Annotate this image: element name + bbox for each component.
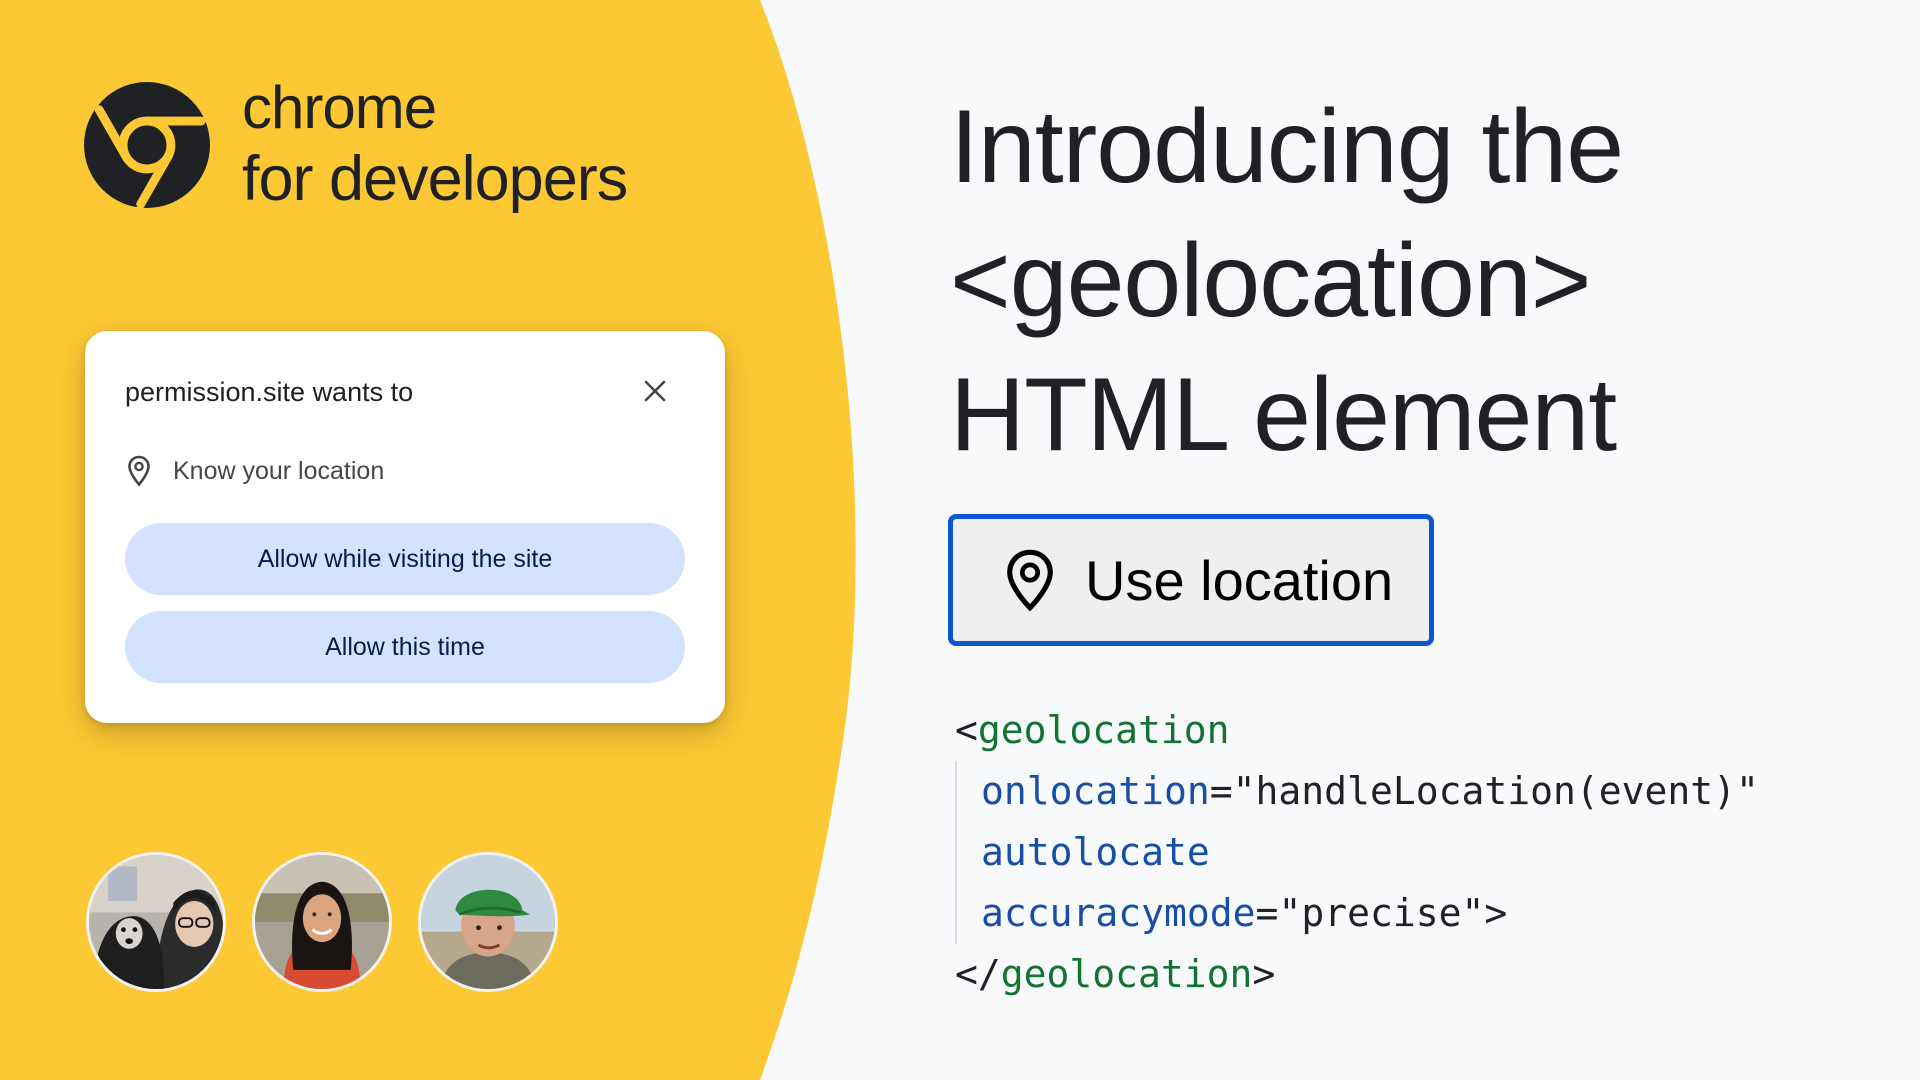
heading-line-1: Introducing the [950, 89, 1624, 205]
avatar-person-smiling-image [255, 855, 389, 989]
code-tag-open: geolocation [977, 708, 1230, 752]
code-snippet: <geolocation onlocation="handleLocation(e… [955, 700, 1759, 1005]
close-button[interactable] [633, 369, 677, 413]
code-line-4: accuracymode="precise"> [955, 883, 1759, 944]
location-pin-icon [1007, 549, 1053, 612]
page-heading: Introducing the <geolocation> HTML eleme… [950, 80, 1890, 482]
code-attr-autolocate: autolocate [981, 830, 1210, 874]
slide: chrome for developers permission.site wa… [0, 0, 1920, 1080]
code-attr-accuracymode: accuracymode [981, 891, 1256, 935]
code-indent-guide [955, 883, 979, 944]
avatar-person-green-cap-image [421, 855, 555, 989]
code-close-tag-end: > [1252, 952, 1276, 996]
code-attr-onlocation: onlocation [981, 769, 1210, 813]
code-line-3: autolocate [955, 822, 1759, 883]
code-value-handler: "handleLocation(event)" [1232, 769, 1759, 813]
avatar-person-green-cap [418, 852, 558, 992]
chrome-logo-icon [84, 81, 210, 208]
avatar-person-with-dog [86, 852, 226, 992]
code-close-bracket: > [1484, 891, 1508, 935]
code-close-tag-open: </ [955, 952, 1001, 996]
heading-line-2: <geolocation> [950, 223, 1591, 339]
code-equals: = [1209, 769, 1233, 813]
use-location-label: Use location [1085, 548, 1394, 612]
heading-line-3: HTML element [950, 357, 1617, 473]
brand-text: chrome for developers [242, 74, 628, 214]
code-value-precise: "precise" [1278, 891, 1485, 935]
brand-line-chrome: chrome [242, 74, 437, 141]
code-line-2: onlocation="handleLocation(event)" [955, 761, 1759, 822]
use-location-button[interactable]: Use location [948, 514, 1434, 646]
code-line-5: </geolocation> [955, 944, 1759, 1005]
permission-request-label: Know your location [173, 456, 385, 485]
allow-while-visiting-button[interactable]: Allow while visiting the site [125, 523, 685, 595]
location-pin-icon [128, 455, 150, 487]
code-line-1: <geolocation [955, 700, 1759, 761]
brand-lockup: chrome for developers [84, 74, 628, 214]
avatar-person-smiling [252, 852, 392, 992]
code-open-bracket: < [955, 708, 978, 752]
permission-request-row: Know your location [127, 455, 384, 487]
code-indent-guide [955, 822, 979, 883]
code-indent-guide [955, 761, 979, 822]
code-equals: = [1255, 891, 1279, 935]
permission-prompt-card: permission.site wants to Know your locat… [85, 331, 725, 723]
permission-prompt-title: permission.site wants to [125, 377, 414, 407]
allow-this-time-button[interactable]: Allow this time [125, 611, 685, 683]
close-icon [644, 380, 666, 402]
code-tag-close: geolocation [1000, 952, 1253, 996]
avatar-person-with-dog-image [89, 855, 223, 989]
brand-line-for-developers: for developers [242, 144, 628, 214]
